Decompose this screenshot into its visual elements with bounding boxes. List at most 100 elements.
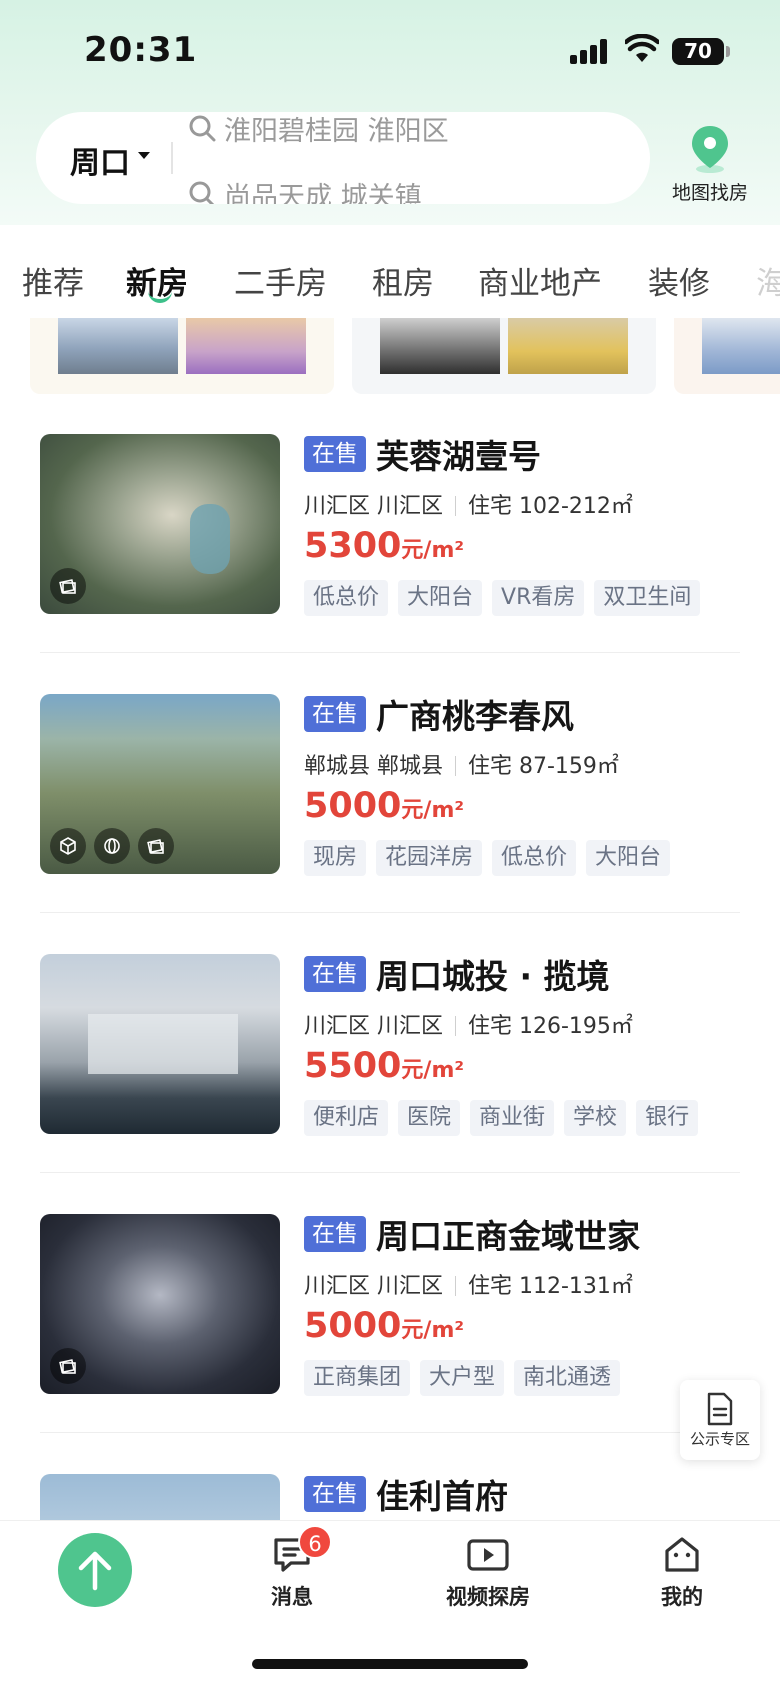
price-unit: 元/m²	[401, 538, 465, 563]
nav-mine[interactable]: 我的	[622, 1535, 742, 1611]
nav-mine-label: 我的	[661, 1585, 703, 1609]
panorama-icon	[94, 828, 130, 864]
listing-district: 川汇区 川汇区	[304, 1274, 443, 1299]
listing-meta: 川汇区 川汇区 住宅 126-195㎡	[304, 1008, 633, 1040]
listing-price: 5300元/m²	[304, 526, 464, 566]
scroll-to-top-button[interactable]	[58, 1533, 132, 1607]
listing-tag: 便利店	[304, 1100, 389, 1136]
map-search-button[interactable]: 地图找房	[660, 124, 760, 204]
banner-thumbnail	[58, 318, 178, 374]
map-search-label: 地图找房	[671, 182, 748, 204]
nav-messages-label: 消息	[271, 1585, 313, 1609]
3d-model-icon	[50, 828, 86, 864]
listing-tag: 低总价	[492, 840, 577, 876]
arrow-up-icon	[78, 1551, 112, 1591]
price-value: 5300	[304, 526, 402, 566]
listing-tag: 银行	[636, 1100, 699, 1136]
list-divider	[40, 912, 740, 913]
listing-tag: 现房	[304, 840, 367, 876]
listing-image[interactable]	[40, 694, 280, 874]
listing-tag: 低总价	[304, 580, 389, 616]
listing-name[interactable]: 佳利首府	[376, 1474, 508, 1518]
list-divider	[40, 1432, 740, 1433]
list-divider	[40, 652, 740, 653]
status-bar: 20:31 70	[0, 0, 780, 100]
listing-name[interactable]: 芙蓉湖壹号	[376, 430, 541, 478]
map-pin-icon	[692, 126, 728, 173]
listing-tag: 花园洋房	[376, 840, 483, 876]
listing-tag: 大阳台	[398, 580, 483, 616]
nav-video-tour[interactable]: 视频探房	[428, 1535, 548, 1611]
search-divider	[171, 142, 173, 174]
listing-tag: 大阳台	[586, 840, 671, 876]
home-indicator	[252, 1659, 528, 1669]
listing-type-area: 住宅 102-212㎡	[468, 494, 633, 519]
listing-tags: 正商集团 大户型 南北通透	[304, 1360, 621, 1396]
public-notice-label: 公示专区	[689, 1430, 750, 1448]
city-selector[interactable]: 周口	[70, 138, 130, 182]
listing-name[interactable]: 周口城投 · 揽境	[376, 950, 610, 998]
listing-card[interactable]: 在售 周口城投 · 揽境 川汇区 川汇区 住宅 126-195㎡ 5500元/m²…	[40, 954, 740, 1214]
search-suggestion[interactable]: 淮阳碧桂园 淮阳区	[188, 112, 449, 148]
banner-thumbnail	[186, 318, 306, 374]
gallery-icon	[138, 828, 174, 864]
tab-decoration[interactable]: 装修	[648, 258, 710, 303]
listing-tag: VR看房	[492, 580, 585, 616]
battery-indicator: 70	[672, 38, 730, 65]
search-box[interactable]: 周口 淮阳碧桂园 淮阳区 尚品天成 城关镇	[36, 112, 650, 204]
listing-price: 5500元/m²	[304, 1046, 464, 1086]
gallery-icon	[50, 568, 86, 604]
listing-district: 郸城县 郸城县	[304, 754, 443, 779]
nav-messages[interactable]: 6 消息	[232, 1525, 352, 1611]
listing-card[interactable]: 在售 佳利首府	[40, 1474, 740, 1520]
listing-tag: 南北通透	[514, 1360, 621, 1396]
listing-tag: 大户型	[420, 1360, 505, 1396]
listing-card[interactable]: 在售 芙蓉湖壹号 川汇区 川汇区 住宅 102-212㎡ 5300元/m² 低总价…	[40, 434, 740, 694]
listing-image[interactable]	[40, 434, 280, 614]
tab-commercial[interactable]: 商业地产	[478, 258, 602, 303]
listing-image[interactable]	[40, 1474, 280, 1520]
listing-price: 5000元/m²	[304, 786, 464, 826]
listing-image[interactable]	[40, 954, 280, 1134]
public-notice-button[interactable]: 公示专区	[680, 1380, 760, 1460]
document-icon	[707, 1392, 733, 1426]
listing-district: 川汇区 川汇区	[304, 1014, 443, 1039]
listing-meta: 川汇区 川汇区 住宅 112-131㎡	[304, 1268, 633, 1300]
profile-icon	[665, 1537, 699, 1572]
listing-tags: 现房 花园洋房 低总价 大阳台	[304, 840, 671, 876]
listing-type-area: 住宅 126-195㎡	[468, 1014, 633, 1039]
banner-thumbnail	[702, 318, 780, 374]
search-suggestion[interactable]: 尚品天成 城关镇	[188, 174, 422, 204]
listing-tag: 商业街	[470, 1100, 555, 1136]
sale-status-badge: 在售	[304, 1476, 366, 1512]
nav-video-tour-label: 视频探房	[446, 1585, 530, 1609]
tab-recommend[interactable]: 推荐	[22, 258, 84, 303]
banner-thumbnail	[380, 318, 500, 374]
listing-tags: 便利店 医院 商业街 学校 银行	[304, 1100, 699, 1136]
banner-thumbnail	[508, 318, 628, 374]
tab-second-hand[interactable]: 二手房	[234, 258, 327, 303]
listing-tag: 正商集团	[304, 1360, 411, 1396]
tab-overflow[interactable]: 海	[756, 258, 780, 303]
gallery-icon	[50, 1348, 86, 1384]
tab-rent[interactable]: 租房	[372, 258, 434, 303]
list-divider	[40, 1172, 740, 1173]
listing-name[interactable]: 广商桃李春风	[376, 690, 574, 738]
listing-card[interactable]: 在售 广商桃李春风 郸城县 郸城县 住宅 87-159㎡ 5000元/m² 现房 …	[40, 694, 740, 954]
listing-card[interactable]: 在售 周口正商金域世家 川汇区 川汇区 住宅 112-131㎡ 5000元/m² …	[40, 1214, 740, 1474]
caret-down-icon	[138, 152, 150, 159]
sale-status-badge: 在售	[304, 1216, 366, 1252]
price-value: 5000	[304, 1306, 402, 1346]
listing-meta: 郸城县 郸城县 住宅 87-159㎡	[304, 748, 619, 780]
listing-image[interactable]	[40, 1214, 280, 1394]
listing-type-area: 住宅 87-159㎡	[468, 754, 619, 779]
status-time: 20:31	[84, 30, 198, 70]
listing-type-area: 住宅 112-131㎡	[468, 1274, 633, 1299]
price-value: 5000	[304, 786, 402, 826]
search-suggestion-text: 淮阳碧桂园 淮阳区	[224, 115, 449, 147]
listing-name[interactable]: 周口正商金域世家	[376, 1210, 640, 1258]
listing-price: 5000元/m²	[304, 1306, 464, 1346]
message-count-badge: 6	[298, 1525, 332, 1559]
listing-tags: 低总价 大阳台 VR看房 双卫生间	[304, 580, 701, 616]
sale-status-badge: 在售	[304, 696, 366, 732]
